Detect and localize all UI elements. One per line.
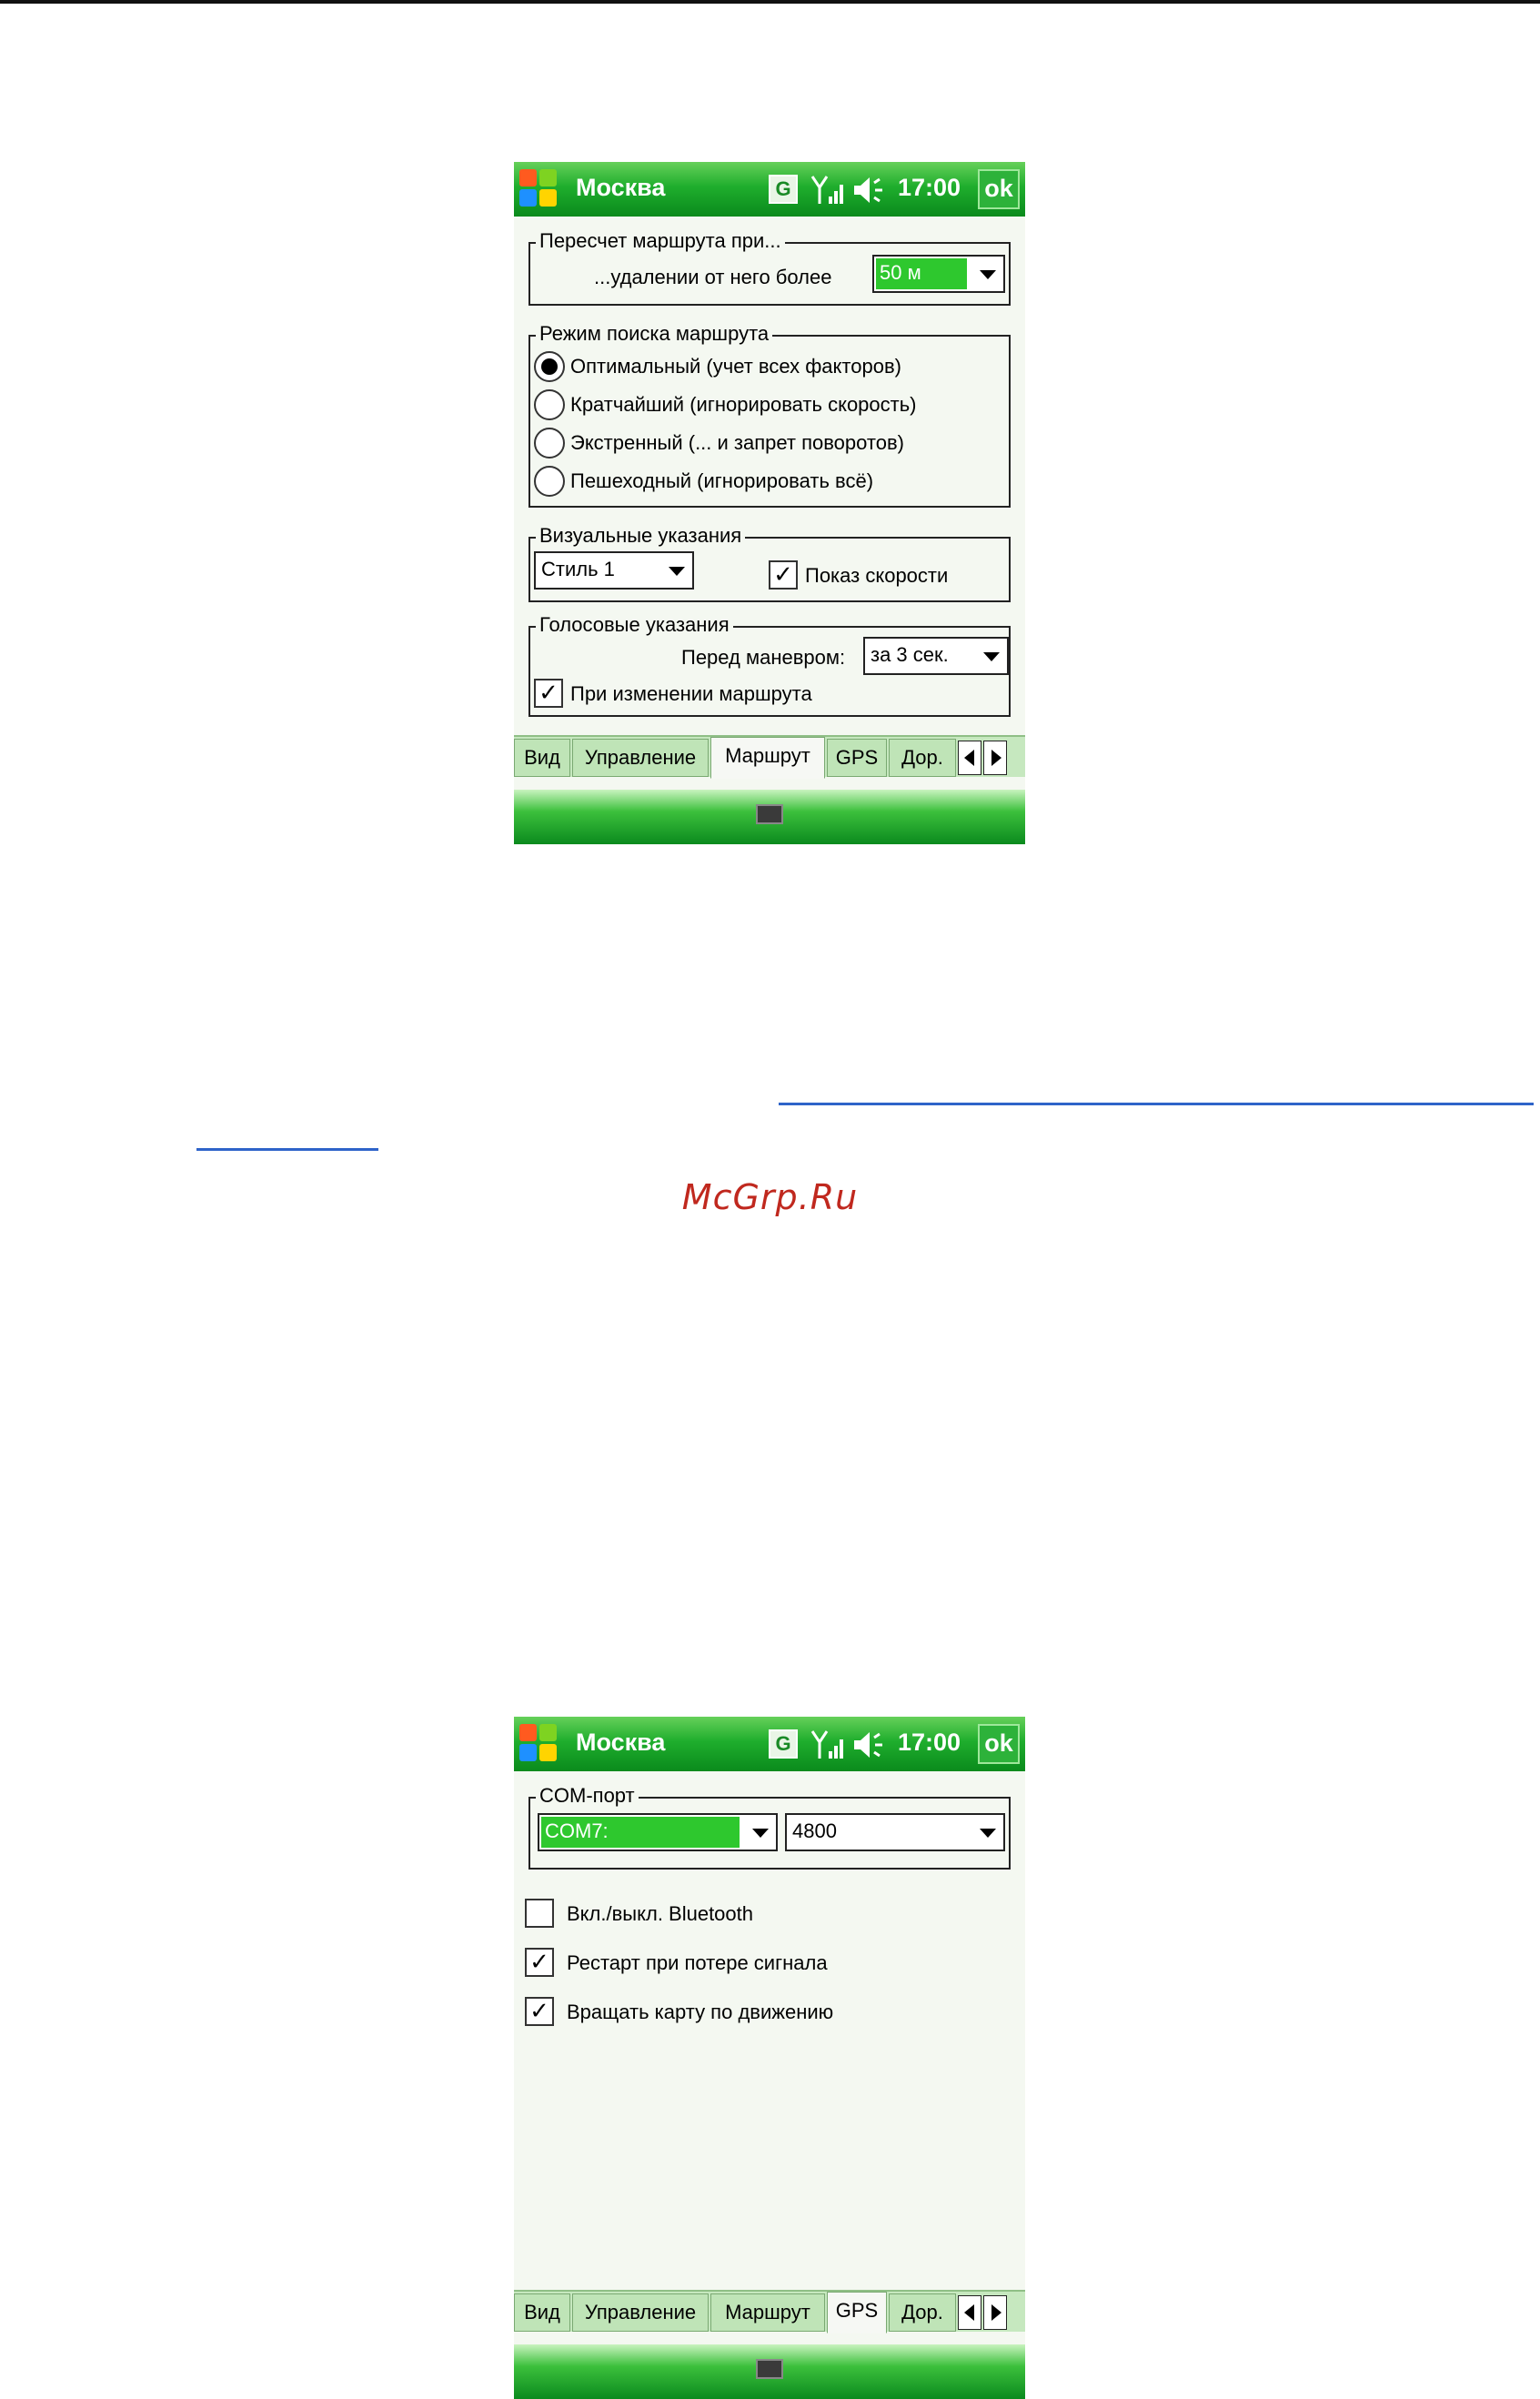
tab-scroll-left-icon[interactable] [958, 741, 981, 775]
route-change-label: При изменении маршрута [570, 682, 812, 705]
title-bar: Москва G 17:00 ok [514, 1717, 1025, 1771]
rotate-map-checkbox[interactable]: ✓ [525, 1997, 554, 2026]
radio-shortest-label: Кратчайший (игнорировать скорость) [570, 393, 917, 416]
reroute-distance-label: ...удалении от него более [594, 266, 832, 288]
tab-control[interactable]: Управление [572, 2293, 709, 2332]
restart-on-signal-loss-checkbox[interactable]: ✓ [525, 1948, 554, 1977]
reroute-legend: Пересчет маршрута при... [536, 229, 785, 253]
signal-strength-icon[interactable] [810, 173, 847, 207]
before-maneuver-label: Перед маневром: [681, 646, 846, 669]
visual-hints-legend: Визуальные указания [536, 524, 746, 548]
style-dropdown[interactable]: Стиль 1 [534, 551, 694, 590]
radio-shortest[interactable] [534, 389, 565, 420]
bluetooth-label: Вкл./выкл. Bluetooth [567, 1902, 754, 1925]
radio-optimal[interactable] [534, 351, 565, 382]
page-top-rule [0, 0, 1540, 4]
clock[interactable]: 17:00 [898, 174, 961, 202]
volume-icon[interactable] [852, 1729, 889, 1760]
tab-route[interactable]: Маршрут [710, 737, 825, 779]
gprs-icon[interactable]: G [769, 1729, 798, 1759]
reroute-distance-value: 50 м [876, 258, 967, 289]
watermark: McGrp.Ru [681, 1177, 859, 1217]
com-port-dropdown[interactable]: COM7: [538, 1813, 778, 1851]
chevron-down-icon [669, 567, 685, 576]
chevron-down-icon [980, 270, 996, 279]
before-maneuver-value: за 3 сек. [871, 643, 949, 666]
baud-rate-value: 4800 [792, 1819, 837, 1842]
keyboard-icon[interactable] [756, 804, 783, 824]
voice-hints-legend: Голосовые указания [536, 613, 733, 637]
reroute-group: Пересчет маршрута при... ...удалении от … [528, 229, 1011, 306]
radio-pedestrian-label: Пешеходный (игнорировать всё) [570, 469, 874, 492]
tab-route[interactable]: Маршрут [710, 2293, 825, 2332]
radio-emergency-label: Экстренный (... и запрет поворотов) [570, 431, 904, 454]
search-mode-legend: Режим поиска маршрута [536, 322, 773, 346]
hyperlink-underline[interactable] [779, 1103, 1534, 1105]
before-maneuver-dropdown[interactable]: за 3 сек. [863, 637, 1009, 675]
tab-roads[interactable]: Дор. [889, 739, 956, 777]
style-value: Стиль 1 [541, 558, 615, 580]
tab-scroll-left-icon[interactable] [958, 2295, 981, 2330]
com-port-value: COM7: [541, 1817, 740, 1848]
tab-scroll-right-icon[interactable] [983, 2295, 1007, 2330]
tab-roads[interactable]: Дор. [889, 2293, 956, 2332]
radio-optimal-label: Оптимальный (учет всех факторов) [570, 355, 901, 378]
soft-key-bar [514, 2344, 1025, 2399]
tab-gps[interactable]: GPS [827, 739, 887, 777]
gprs-icon[interactable]: G [769, 175, 798, 204]
radio-emergency[interactable] [534, 428, 565, 459]
tab-view[interactable]: Вид [514, 2293, 570, 2332]
radio-pedestrian[interactable] [534, 466, 565, 497]
gps-settings-screen: Москва G 17:00 ok COM-порт COM7: 4800 Вк… [514, 1717, 1025, 2399]
tab-view[interactable]: Вид [514, 739, 570, 777]
volume-icon[interactable] [852, 175, 889, 206]
title-bar: Москва G 17:00 ok [514, 162, 1025, 217]
windows-start-icon[interactable] [519, 169, 559, 209]
tab-scroll-right-icon[interactable] [983, 741, 1007, 775]
route-settings-screen: Москва G 17:00 ok Пересчет маршрута при.… [514, 162, 1025, 844]
visual-hints-group: Визуальные указания Стиль 1 ✓ Показ скор… [528, 524, 1011, 602]
com-port-legend: COM-порт [536, 1784, 639, 1808]
window-title: Москва [576, 1729, 666, 1756]
rotate-map-label: Вращать карту по движению [567, 2001, 834, 2023]
windows-start-icon[interactable] [519, 1724, 559, 1764]
tab-gps[interactable]: GPS [827, 2292, 887, 2333]
show-speed-label: Показ скорости [805, 564, 949, 587]
hyperlink-underline-continued[interactable] [196, 1148, 378, 1151]
soft-key-bar [514, 790, 1025, 844]
chevron-down-icon [983, 652, 1000, 661]
reroute-distance-dropdown[interactable]: 50 м [872, 255, 1005, 293]
keyboard-icon[interactable] [756, 2359, 783, 2379]
ok-button[interactable]: ok [978, 169, 1020, 209]
tab-strip: Вид Управление Маршрут GPS Дор. [514, 2290, 1025, 2333]
voice-hints-group: Голосовые указания Перед маневром: за 3 … [528, 613, 1011, 717]
baud-rate-dropdown[interactable]: 4800 [785, 1813, 1005, 1851]
tab-strip: Вид Управление Маршрут GPS Дор. [514, 735, 1025, 779]
chevron-down-icon [752, 1829, 769, 1838]
ok-button[interactable]: ok [978, 1724, 1020, 1764]
signal-strength-icon[interactable] [810, 1728, 847, 1762]
clock[interactable]: 17:00 [898, 1729, 961, 1757]
show-speed-checkbox[interactable]: ✓ [769, 560, 798, 590]
chevron-down-icon [980, 1829, 996, 1838]
com-port-group: COM-порт COM7: 4800 [528, 1784, 1011, 1870]
restart-on-signal-loss-label: Рестарт при потере сигнала [567, 1951, 828, 1974]
window-title: Москва [576, 174, 666, 201]
bluetooth-checkbox[interactable] [525, 1899, 554, 1928]
route-change-checkbox[interactable]: ✓ [534, 679, 563, 708]
tab-control[interactable]: Управление [572, 739, 709, 777]
search-mode-group: Режим поиска маршрута Оптимальный (учет … [528, 322, 1011, 508]
